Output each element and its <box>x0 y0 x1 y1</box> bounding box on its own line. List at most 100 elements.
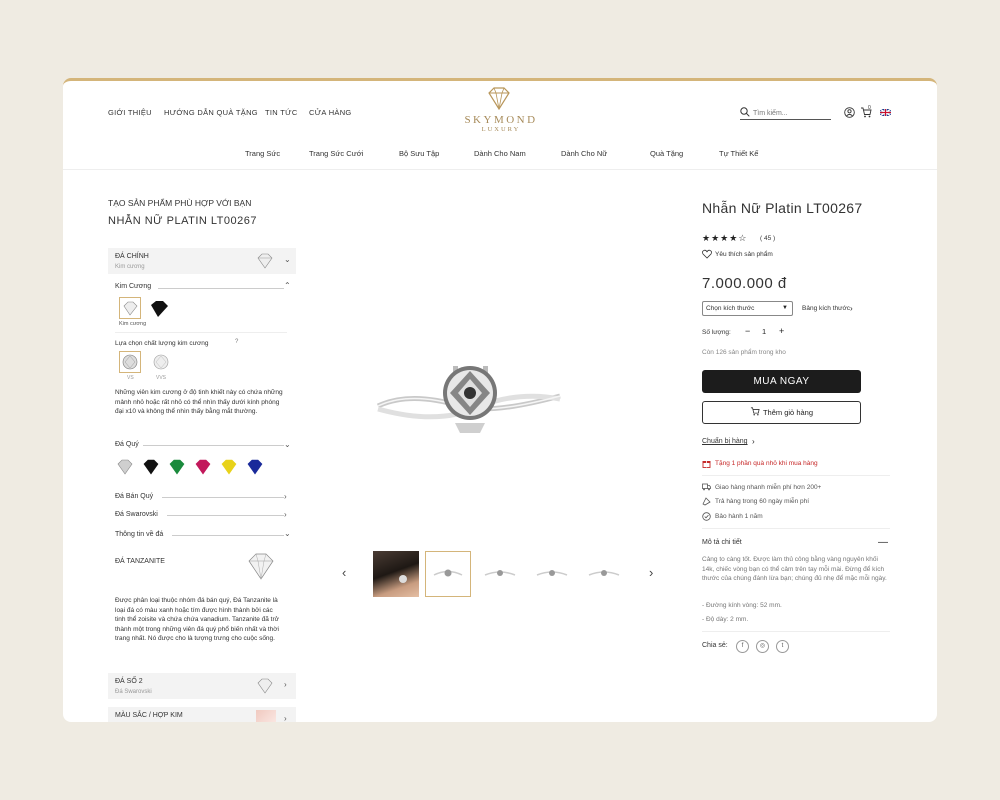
info-icon[interactable]: ? <box>235 339 238 345</box>
qty-minus-button[interactable]: − <box>745 326 750 336</box>
qty-value[interactable]: 1 <box>762 327 766 336</box>
product-price: 7.000.000 đ <box>702 275 787 292</box>
chevron-down-icon[interactable]: ⌄ <box>284 440 291 449</box>
facebook-icon[interactable]: f <box>736 640 749 653</box>
gem-option-pink[interactable] <box>194 459 212 475</box>
dropdown-arrow-icon: ▼ <box>782 305 788 311</box>
nav-gift-guide[interactable]: HƯỚNG DẪN QUÀ TẶNG <box>164 108 258 117</box>
black-diamond-option[interactable] <box>149 300 169 318</box>
thumbnail-ring-angle[interactable] <box>529 551 575 597</box>
gem-option-yellow[interactable] <box>220 459 238 475</box>
star-icon: ★ <box>711 233 720 243</box>
diamond-icon <box>257 678 273 694</box>
nav-about[interactable]: GIỚI THIỆU <box>108 108 152 117</box>
chevron-down-icon[interactable]: ⌄ <box>284 255 291 264</box>
qty-plus-button[interactable]: + <box>779 326 784 336</box>
gem-option-blue[interactable] <box>246 459 264 475</box>
cat-men[interactable]: Dành Cho Nam <box>474 149 526 158</box>
white-diamond-icon <box>123 301 138 316</box>
quality-label-vs: VS <box>127 375 134 381</box>
chevron-down-icon[interactable]: ⌄ <box>284 529 291 538</box>
spec-thickness: - Độ dày: 2 mm. <box>702 616 749 623</box>
heart-icon[interactable] <box>702 249 712 259</box>
semi-precious-section-label[interactable]: Đá Bán Quý <box>115 493 153 500</box>
quality-option-vvs[interactable] <box>151 352 171 372</box>
diamond-icon <box>257 253 273 269</box>
thumbnail-ring-side[interactable] <box>477 551 523 597</box>
gem-option-white[interactable] <box>116 459 134 475</box>
user-icon[interactable] <box>844 107 855 118</box>
model-photo-icon <box>399 575 407 583</box>
gem-option-green[interactable] <box>168 459 186 475</box>
search-input[interactable]: Tìm kiếm... <box>753 110 788 117</box>
divider <box>702 631 890 632</box>
nav-news[interactable]: TIN TỨC <box>265 108 298 117</box>
size-select[interactable]: Chọn kích thước ▼ <box>702 301 793 316</box>
cat-wedding[interactable]: Trang Sức Cưới <box>309 149 363 158</box>
configurator-product-title: NHẪN NỮ PLATIN LT00267 <box>108 215 257 227</box>
gemstone-section-label[interactable]: Đá Quý <box>115 441 139 448</box>
tanzanite-gem-icon <box>248 553 274 580</box>
star-icon: ☆ <box>738 233 747 243</box>
section-divider <box>162 497 284 498</box>
gallery-prev-button[interactable]: ‹ <box>342 565 346 580</box>
instagram-icon[interactable]: ◎ <box>756 640 769 653</box>
thumbnail-model[interactable] <box>373 551 419 597</box>
cat-jewelry[interactable]: Trang Sức <box>245 149 280 158</box>
favorite-label[interactable]: Yêu thích sản phẩm <box>715 251 773 258</box>
spec-diameter: - Đường kính vòng: 52 mm. <box>702 602 782 609</box>
swarovski-section-label[interactable]: Đá Swarovski <box>115 511 158 518</box>
buy-now-button[interactable]: MUA NGAY <box>702 370 861 393</box>
section-divider <box>172 535 284 536</box>
chevron-right-icon[interactable]: › <box>284 680 287 689</box>
chevron-up-icon[interactable]: ⌃ <box>284 281 291 290</box>
chevron-right-icon[interactable]: › <box>284 492 287 501</box>
warranty-info: Bảo hành 1 năm <box>715 513 763 520</box>
stock-info: Còn 126 sản phẩm trong kho <box>702 349 786 356</box>
returns-info: Trả hàng trong 60 ngày miễn phí <box>715 498 810 505</box>
round-diamond-icon <box>122 354 138 370</box>
quality-option-vs[interactable] <box>119 351 141 373</box>
thumbnail-ring-front[interactable] <box>425 551 471 597</box>
stone2-label: ĐÁ SỐ 2 <box>115 678 143 685</box>
chevron-right-icon[interactable]: › <box>284 510 287 519</box>
share-label: Chia sẻ: <box>702 642 728 649</box>
logo-icon[interactable] <box>484 87 514 111</box>
review-count[interactable]: ( 45 ) <box>760 235 775 242</box>
cat-collection[interactable]: Bộ Sưu Tập <box>399 149 439 158</box>
diamond-option-label: Kim cương <box>119 321 147 327</box>
divider <box>702 475 890 476</box>
diamond-section-label[interactable]: Kim Cương <box>115 283 151 290</box>
page-card: GIỚI THIỆU HƯỚNG DẪN QUÀ TẶNG TIN TỨC CỬ… <box>63 78 937 722</box>
twitter-icon[interactable]: t <box>776 640 789 653</box>
chevron-right-icon: › <box>850 304 853 313</box>
cat-custom[interactable]: Tự Thiết Kế <box>719 149 758 158</box>
quality-label-vvs: VVS <box>156 375 167 381</box>
thumbnail-ring-top[interactable] <box>581 551 627 597</box>
rating-stars: ★★★★☆ <box>702 233 747 244</box>
size-guide-link[interactable]: Bảng kích thước <box>802 305 850 312</box>
details-text: Cảng to càng tốt. Được làm thủ công bằng… <box>702 556 887 582</box>
cat-gifts[interactable]: Quà Tặng <box>650 149 683 158</box>
chevron-right-icon: › <box>752 437 755 446</box>
details-title[interactable]: Mô tả chi tiết <box>702 539 742 546</box>
standard-size-link[interactable]: Chuẩn bị hàng <box>702 438 748 445</box>
add-to-cart-label: Thêm giỏ hàng <box>762 408 814 417</box>
gift-icon <box>702 461 711 468</box>
cat-women[interactable]: Dành Cho Nữ <box>561 149 607 158</box>
stone-info-section-label[interactable]: Thông tin về đá <box>115 531 163 538</box>
cart-icon <box>750 407 760 416</box>
gem-option-black[interactable] <box>142 459 160 475</box>
nav-store[interactable]: CỬA HÀNG <box>309 108 352 117</box>
section-divider <box>167 515 284 516</box>
diamond-option-white[interactable] <box>119 297 141 319</box>
add-to-cart-button[interactable]: Thêm giỏ hàng <box>702 401 861 424</box>
uk-flag-icon[interactable] <box>880 109 891 116</box>
chevron-right-icon[interactable]: › <box>284 714 287 722</box>
search-icon[interactable] <box>740 107 750 117</box>
gallery-next-button[interactable]: › <box>649 565 653 580</box>
tanzanite-description: Được phân loại thuộc nhóm đá bán quý, Đá… <box>115 597 280 642</box>
star-icon: ★ <box>702 233 711 243</box>
logo-text[interactable]: SKYMOND <box>461 114 541 126</box>
collapse-icon[interactable]: — <box>878 537 888 548</box>
